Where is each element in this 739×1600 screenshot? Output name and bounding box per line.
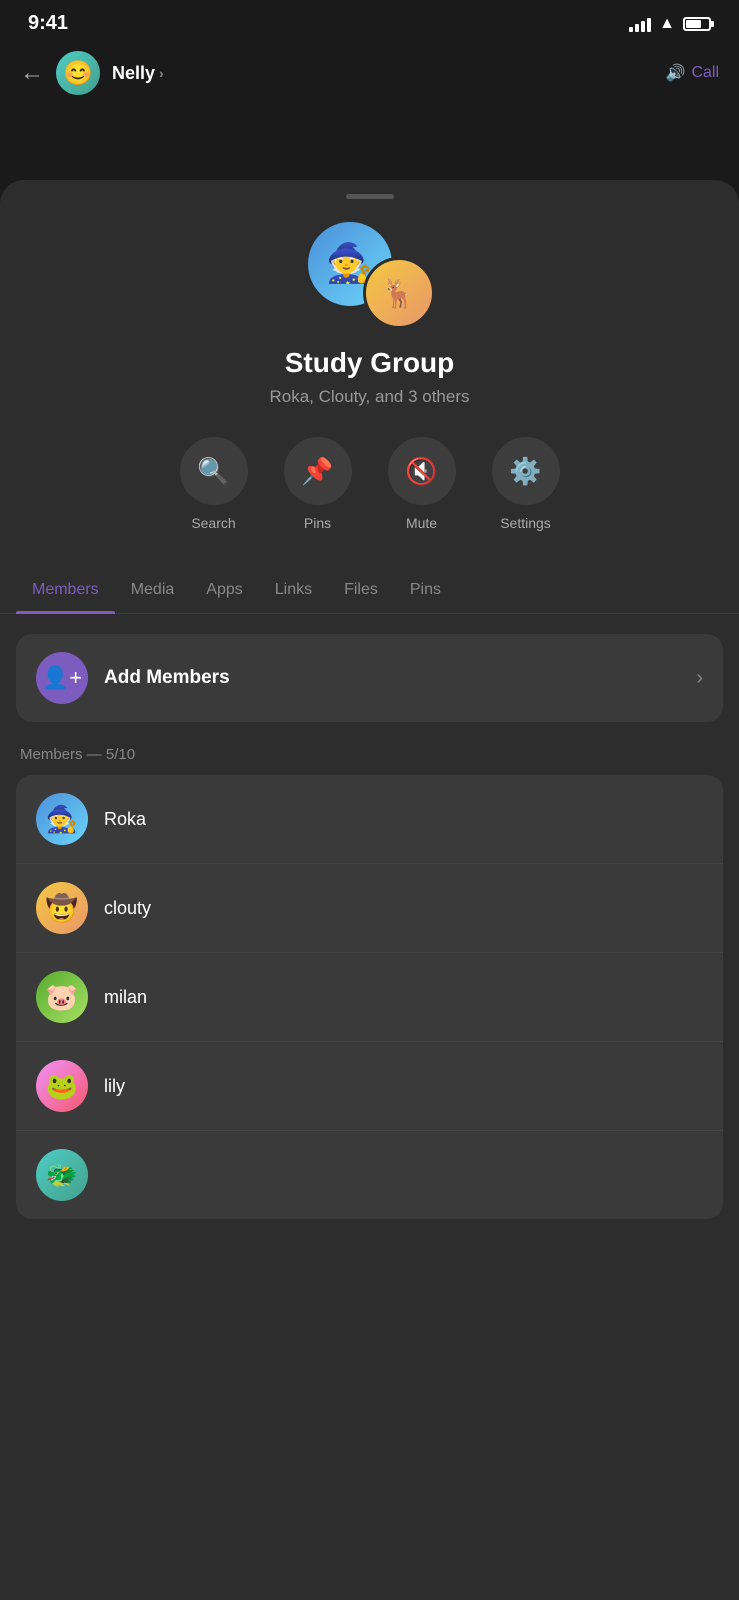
member-name: milan — [104, 987, 147, 1008]
group-avatar: 🧙 🦌 — [305, 219, 435, 329]
back-button[interactable]: ← — [20, 59, 44, 87]
battery-icon — [683, 17, 711, 31]
pins-label: Pins — [304, 515, 331, 531]
pins-circle: 📌 — [284, 437, 352, 505]
header-name: Nelly › — [112, 63, 164, 84]
members-list: 🧙 Roka 🤠 clouty 🐷 milan 🐸 — [16, 775, 723, 1219]
mute-label: Mute — [406, 515, 437, 531]
list-item[interactable]: 🐷 milan — [16, 953, 723, 1042]
bottom-sheet: 🧙 🦌 Study Group Roka, Clouty, and 3 othe… — [0, 180, 739, 1600]
settings-circle: ⚙️ — [492, 437, 560, 505]
status-bar: 9:41 ▲ — [0, 0, 739, 43]
members-section-title: Members — 5/10 — [16, 746, 723, 763]
search-circle: 🔍 — [180, 437, 248, 505]
list-item[interactable]: 🐸 lily — [16, 1042, 723, 1131]
search-label: Search — [191, 515, 235, 531]
list-item[interactable]: 🧙 Roka — [16, 775, 723, 864]
tab-pins[interactable]: Pins — [394, 567, 457, 613]
signal-icon — [629, 16, 651, 32]
settings-label: Settings — [500, 515, 551, 531]
header-name-area: Nelly › — [112, 63, 164, 84]
tab-apps[interactable]: Apps — [190, 567, 258, 613]
mute-circle: 🔇 — [388, 437, 456, 505]
tab-members[interactable]: Members — [16, 567, 115, 613]
action-buttons: 🔍 Search 📌 Pins 🔇 Mute ⚙️ Settings — [0, 437, 739, 567]
member-name: Roka — [104, 809, 146, 830]
add-members-label: Add Members — [104, 667, 230, 689]
avatar: 🐲 — [36, 1149, 88, 1201]
chevron-right-icon: › — [696, 667, 703, 690]
avatar: 🧙 — [36, 793, 88, 845]
sheet-handle — [346, 194, 394, 199]
header-left: ← 😊 Nelly › — [20, 51, 164, 95]
speaker-icon: 🔊 — [666, 63, 686, 83]
mute-icon: 🔇 — [405, 456, 437, 487]
chevron-icon: › — [159, 65, 164, 81]
list-item[interactable]: 🐲 — [16, 1131, 723, 1219]
pins-action-button[interactable]: 📌 Pins — [284, 437, 352, 531]
mute-action-button[interactable]: 🔇 Mute — [388, 437, 456, 531]
avatar: 🤠 — [36, 882, 88, 934]
avatar: 😊 — [56, 51, 100, 95]
pin-icon: 📌 — [301, 456, 333, 487]
add-members-icon: 👤+ — [36, 652, 88, 704]
tab-media[interactable]: Media — [115, 567, 191, 613]
member-name: clouty — [104, 898, 151, 919]
list-item[interactable]: 🤠 clouty — [16, 864, 723, 953]
add-members-button[interactable]: 👤+ Add Members › — [16, 634, 723, 722]
status-time: 9:41 — [28, 12, 68, 35]
member-name: lily — [104, 1076, 125, 1097]
group-members-text: Roka, Clouty, and 3 others — [20, 387, 719, 407]
avatar-secondary: 🦌 — [363, 257, 435, 329]
settings-icon: ⚙️ — [509, 456, 541, 487]
group-info: Study Group Roka, Clouty, and 3 others — [0, 347, 739, 437]
search-icon: 🔍 — [197, 456, 229, 487]
header-bar: ← 😊 Nelly › 🔊 Call — [0, 43, 739, 111]
group-avatar-container: 🧙 🦌 — [0, 219, 739, 329]
content-area: 👤+ Add Members › Members — 5/10 🧙 Roka 🤠… — [0, 614, 739, 1239]
search-action-button[interactable]: 🔍 Search — [180, 437, 248, 531]
tab-links[interactable]: Links — [259, 567, 328, 613]
add-members-left: 👤+ Add Members — [36, 652, 230, 704]
avatar: 🐷 — [36, 971, 88, 1023]
tabs-container: Members Media Apps Links Files Pins — [0, 567, 739, 614]
avatar: 🐸 — [36, 1060, 88, 1112]
settings-action-button[interactable]: ⚙️ Settings — [492, 437, 560, 531]
tab-files[interactable]: Files — [328, 567, 394, 613]
wifi-icon: ▲ — [659, 15, 675, 33]
call-button[interactable]: 🔊 Call — [666, 63, 719, 83]
group-name: Study Group — [20, 347, 719, 379]
status-icons: ▲ — [629, 15, 711, 33]
